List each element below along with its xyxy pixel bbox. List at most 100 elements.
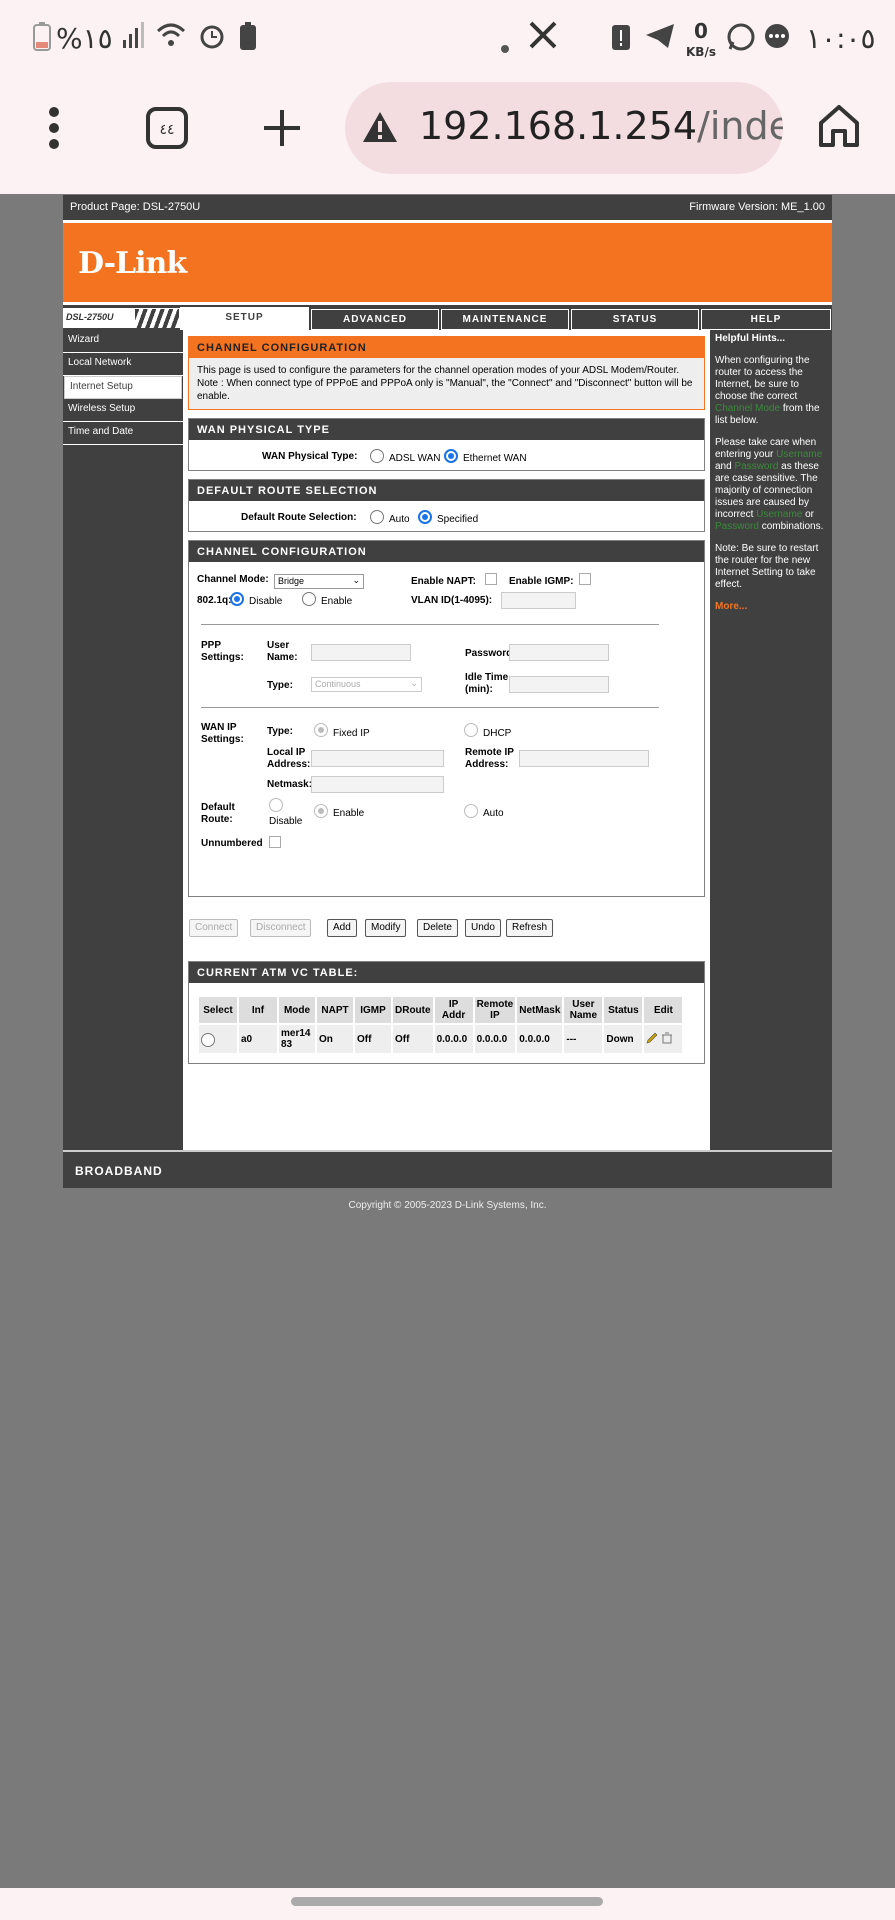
alarm-icon — [198, 22, 226, 57]
wan-ip-type-label: Type: — [267, 726, 293, 737]
dot1q-label: 802.1q: — [197, 595, 232, 606]
product-page-label: Product Page: DSL-2750U — [70, 201, 201, 213]
col-status: Status — [604, 997, 643, 1023]
tab-help[interactable]: HELP — [701, 309, 831, 330]
url-path: /index.h — [697, 104, 783, 148]
adsl-wan-radio[interactable] — [370, 449, 384, 463]
enable-napt-checkbox[interactable] — [485, 573, 497, 585]
firmware-label: Firmware Version: ME_1.00 — [689, 201, 825, 213]
dlink-logo: D-Link — [78, 246, 187, 281]
local-ip-input[interactable] — [311, 750, 444, 767]
tab-setup[interactable]: SETUP — [180, 307, 309, 330]
address-bar[interactable]: 192.168.1.254/index.h — [345, 82, 783, 174]
divider — [201, 707, 659, 708]
tab-switcher-icon[interactable]: ٤٤ — [145, 106, 189, 155]
chevron-down-icon: ⌄ — [410, 678, 418, 688]
default-route-disable-radio[interactable] — [269, 798, 283, 812]
channel-mode-select[interactable]: Bridge ⌄ — [274, 574, 364, 589]
refresh-button[interactable]: Refresh — [506, 919, 554, 937]
row-napt: On — [317, 1025, 353, 1053]
dot1q-enable-label: Enable — [321, 596, 353, 607]
connect-button[interactable]: Connect — [189, 919, 239, 937]
warning-icon[interactable] — [361, 110, 399, 149]
content-area: CHANNEL CONFIGURATION This page is used … — [183, 330, 710, 1150]
edit-icon[interactable] — [646, 1032, 658, 1047]
default-route-label: Default Route Selection: — [241, 512, 357, 523]
password-input[interactable] — [509, 644, 609, 661]
atm-vc-title: CURRENT ATM VC TABLE: — [189, 962, 704, 983]
more-link[interactable]: More... — [715, 601, 827, 613]
left-nav: Wizard Local Network Internet Setup Wire… — [63, 330, 183, 445]
row-ip-addr: 0.0.0.0 — [434, 1025, 473, 1053]
ppp-type-value: Continuous — [315, 679, 361, 689]
remote-ip-input[interactable] — [519, 750, 649, 767]
home-gesture-handle[interactable] — [291, 1897, 603, 1906]
svg-text:٤٤: ٤٤ — [159, 122, 174, 138]
nav-time-and-date[interactable]: Time and Date — [63, 422, 183, 445]
route-specified-radio[interactable] — [418, 510, 432, 524]
tab-advanced[interactable]: ADVANCED — [311, 309, 439, 330]
idle-time-label: Idle Time (min): — [465, 672, 509, 695]
idle-time-input[interactable] — [509, 676, 609, 693]
user-name-label: User Name: — [267, 640, 298, 663]
enable-igmp-checkbox[interactable] — [579, 573, 591, 585]
channel-config-body: Channel Mode: Bridge ⌄ Enable NAPT: Enabl… — [189, 562, 704, 896]
hint-1-term: Channel Mode — [715, 403, 781, 414]
add-button[interactable]: Add — [327, 919, 357, 937]
header-banner: D-Link — [63, 220, 832, 302]
delete-button[interactable]: Delete — [417, 919, 458, 937]
default-route-enable-radio[interactable] — [314, 804, 328, 818]
ethernet-wan-radio[interactable] — [444, 449, 458, 463]
col-napt: NAPT — [317, 997, 353, 1023]
unnumbered-label: Unnumbered — [201, 838, 263, 849]
nav-internet-setup[interactable]: Internet Setup — [64, 376, 182, 399]
dot1q-disable-radio[interactable] — [230, 592, 244, 606]
row-edit-cell — [644, 1025, 683, 1053]
hint-1-text: When configuring the router to access th… — [715, 355, 810, 402]
row-select-radio[interactable] — [201, 1033, 215, 1047]
tab-maintenance[interactable]: MAINTENANCE — [441, 309, 569, 330]
user-name-input[interactable] — [311, 644, 411, 661]
footer-bar: BROADBAND — [63, 1150, 832, 1188]
dot-icon — [500, 28, 510, 61]
dhcp-label: DHCP — [483, 728, 512, 739]
intro-text: This page is used to configure the param… — [189, 358, 704, 409]
route-auto-radio[interactable] — [370, 510, 384, 524]
wan-physical-box: WAN PHYSICAL TYPE WAN Physical Type: ADS… — [188, 418, 705, 471]
url-text[interactable]: 192.168.1.254/index.h — [419, 104, 783, 148]
ppp-type-select[interactable]: Continuous ⌄ — [311, 677, 422, 692]
row-status: Down — [604, 1025, 643, 1053]
fixed-ip-radio[interactable] — [314, 723, 328, 737]
modify-button[interactable]: Modify — [365, 919, 407, 937]
col-select: Select — [199, 997, 237, 1023]
new-tab-icon[interactable] — [262, 108, 302, 153]
nav-wireless-setup[interactable]: Wireless Setup — [63, 399, 183, 422]
net-speed: 0 KB/s — [686, 21, 716, 61]
intro-title: CHANNEL CONFIGURATION — [189, 337, 704, 358]
adsl-wan-label: ADSL WAN — [389, 453, 441, 464]
netmask-input[interactable] — [311, 776, 444, 793]
route-specified-label: Specified — [437, 514, 479, 525]
atm-vc-table: Select Inf Mode NAPT IGMP DRoute IP Addr… — [197, 995, 684, 1055]
channel-mode-label: Channel Mode: — [197, 574, 269, 585]
vlan-id-input[interactable] — [501, 592, 576, 609]
row-droute: Off — [393, 1025, 433, 1053]
channel-config-title: CHANNEL CONFIGURATION — [189, 541, 704, 562]
default-route-auto-radio[interactable] — [464, 804, 478, 818]
menu-icon[interactable] — [48, 106, 60, 155]
dot1q-enable-radio[interactable] — [302, 592, 316, 606]
undo-button[interactable]: Undo — [465, 919, 501, 937]
disconnect-button[interactable]: Disconnect — [250, 919, 312, 937]
unnumbered-checkbox[interactable] — [269, 836, 281, 848]
atm-vc-body: Select Inf Mode NAPT IGMP DRoute IP Addr… — [189, 983, 704, 1063]
enable-napt-label: Enable NAPT: — [411, 576, 477, 587]
home-icon[interactable] — [818, 104, 860, 153]
tab-status[interactable]: STATUS — [571, 309, 699, 330]
nav-local-network[interactable]: Local Network — [63, 353, 183, 376]
route-auto-label: Auto — [389, 514, 410, 525]
trash-icon[interactable] — [661, 1032, 673, 1047]
dhcp-radio[interactable] — [464, 723, 478, 737]
chevron-down-icon: ⌄ — [352, 575, 360, 585]
nav-wizard[interactable]: Wizard — [63, 330, 183, 353]
default-route-disable-label: Disable — [269, 816, 303, 827]
